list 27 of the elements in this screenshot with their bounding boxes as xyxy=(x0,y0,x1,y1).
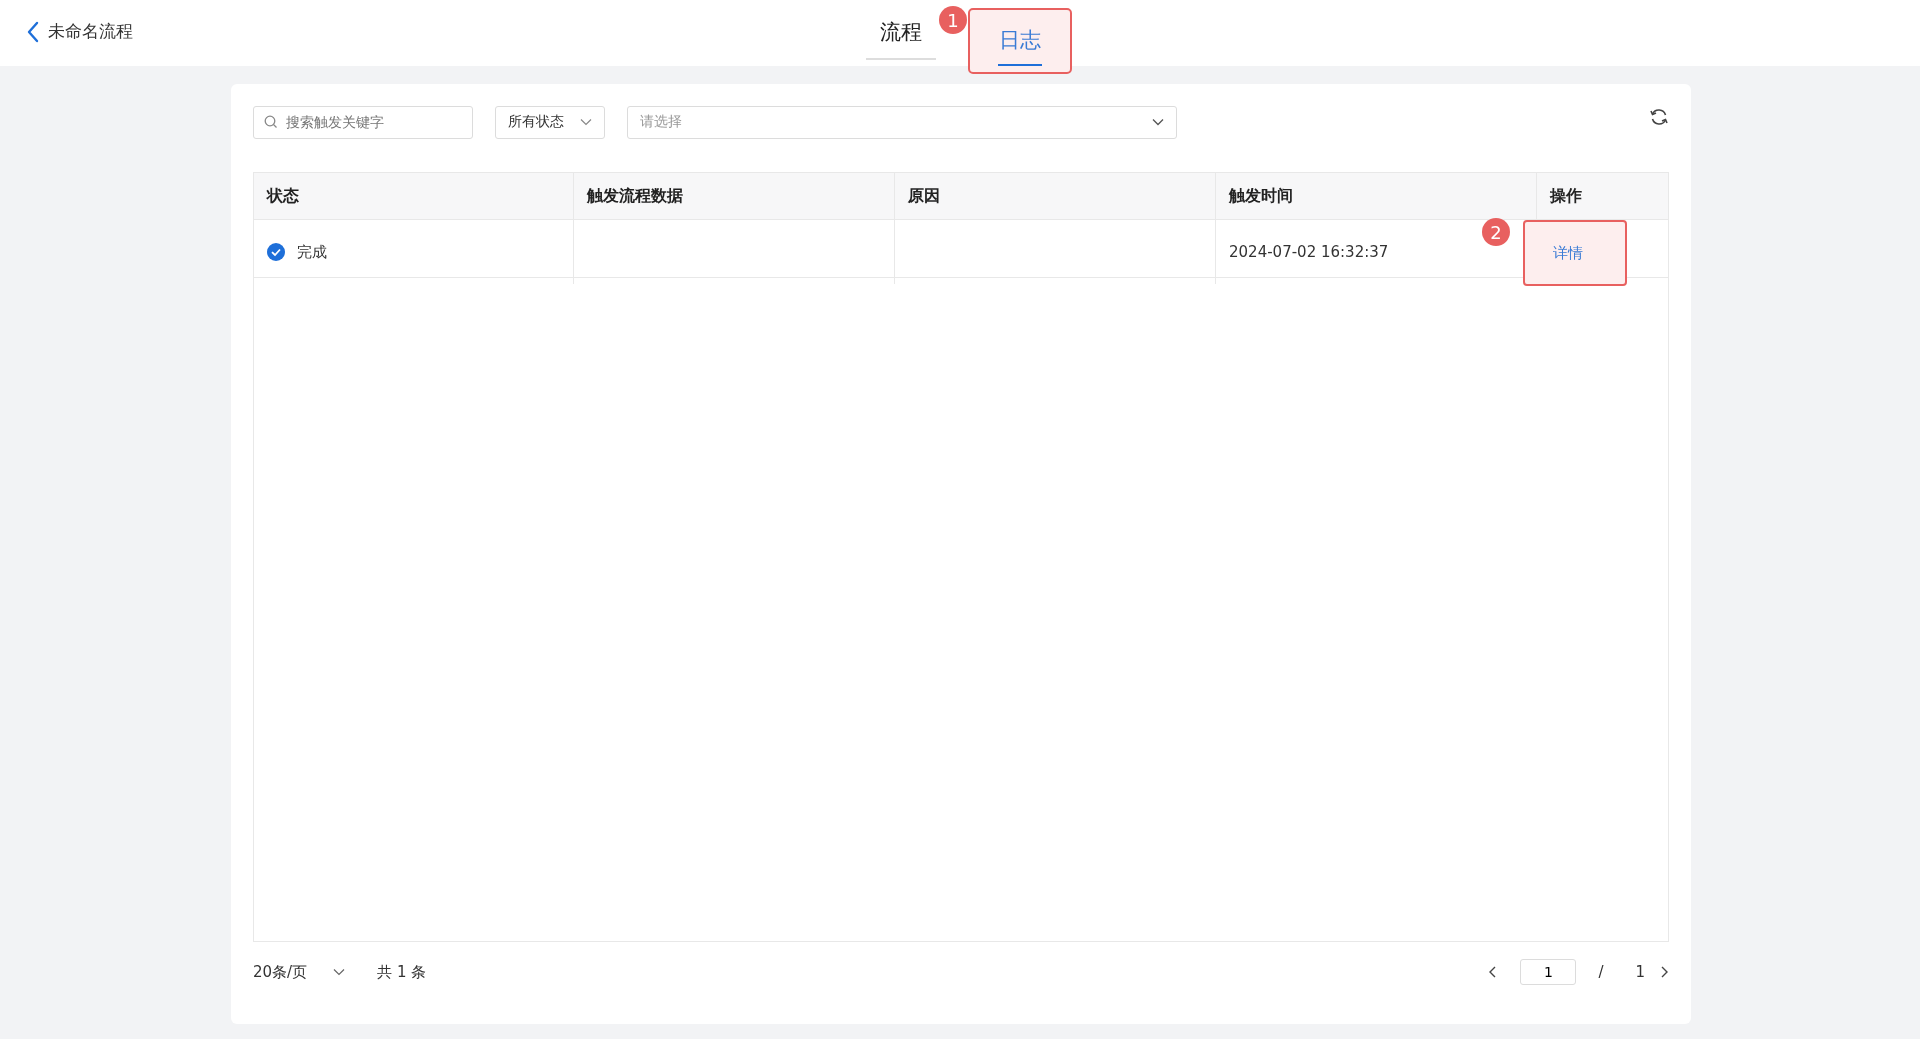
tab[interactable]: 流程 xyxy=(866,2,936,60)
column-header: 状态 xyxy=(254,173,574,219)
total-pages: 1 xyxy=(1635,963,1645,981)
chevron-down-icon xyxy=(333,968,346,976)
column-header: 操作 xyxy=(1548,184,1583,207)
page-input[interactable]: 1 xyxy=(1520,959,1577,985)
page-separator: / xyxy=(1598,963,1604,981)
annotation-badge: 1 xyxy=(939,6,967,34)
search-field[interactable]: 搜索触发关键字 xyxy=(253,105,473,139)
trigger-time: 2024-07-02 16:32:37 xyxy=(1229,243,1389,261)
search-icon xyxy=(264,115,278,129)
chevron-left-icon xyxy=(26,20,40,43)
column-header: 触发流程数据 xyxy=(574,173,895,219)
back-link[interactable]: 未命名流程 xyxy=(26,20,133,43)
status-dropdown[interactable]: 所有状态 xyxy=(495,105,605,139)
page-size-dropdown[interactable]: 20条/页 xyxy=(253,962,346,982)
status-text: 完成 xyxy=(297,242,327,262)
chevron-right-icon[interactable] xyxy=(1659,966,1669,978)
tab[interactable]: 日志 xyxy=(970,10,1070,72)
details-link[interactable]: 详情 xyxy=(1525,222,1625,284)
total-count: 共 1 条 xyxy=(377,962,427,982)
flow-title: 未命名流程 xyxy=(48,20,133,43)
refresh-icon[interactable] xyxy=(1649,107,1669,127)
chevron-down-icon xyxy=(580,118,592,126)
annotation-badge: 2 xyxy=(1482,218,1510,246)
chevron-down-icon xyxy=(1152,118,1164,126)
column-header: 原因 xyxy=(895,173,1216,219)
